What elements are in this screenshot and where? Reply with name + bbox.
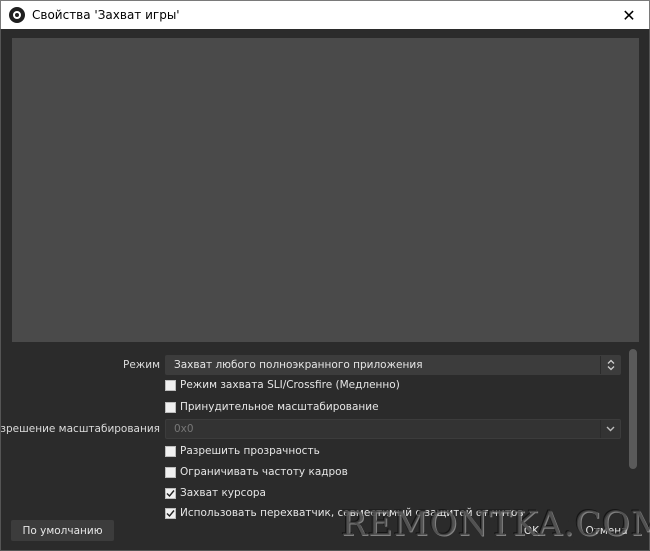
mode-select-value: Захват любого полноэкранного приложения bbox=[174, 359, 423, 371]
scale-resolution-value: 0x0 bbox=[174, 423, 194, 435]
anticheat-hook-checkbox[interactable] bbox=[165, 507, 176, 519]
limit-framerate-label: Ограничивать частоту кадров bbox=[180, 466, 348, 478]
chevron-down-icon bbox=[600, 420, 620, 438]
dialog-body: Режим Захват любого полноэкранного прило… bbox=[0, 29, 650, 551]
capture-cursor-option[interactable]: Захват курсора bbox=[165, 485, 266, 501]
capture-preview bbox=[12, 38, 639, 342]
limit-framerate-checkbox[interactable] bbox=[165, 466, 176, 478]
capture-cursor-label: Захват курсора bbox=[180, 487, 266, 499]
close-button[interactable]: ✕ bbox=[609, 1, 649, 29]
allow-transparency-checkbox[interactable] bbox=[165, 445, 176, 457]
force-scaling-checkbox[interactable] bbox=[165, 401, 176, 413]
window-title: Свойства 'Захват игры' bbox=[32, 8, 180, 22]
scale-resolution-label: Разрешение масштабирования bbox=[1, 423, 160, 435]
force-scaling-label: Принудительное масштабирование bbox=[180, 401, 379, 413]
allow-transparency-label: Разрешить прозрачность bbox=[180, 445, 320, 457]
title-bar: Свойства 'Захват игры' ✕ bbox=[0, 0, 650, 29]
checkmark-icon bbox=[166, 489, 175, 497]
sli-crossfire-checkbox[interactable] bbox=[165, 379, 176, 391]
sli-crossfire-label: Режим захвата SLI/Crossfire (Медленно) bbox=[180, 379, 400, 391]
limit-framerate-option[interactable]: Ограничивать частоту кадров bbox=[165, 464, 348, 480]
settings-scrollbar[interactable] bbox=[629, 349, 637, 469]
defaults-button[interactable]: По умолчанию bbox=[11, 520, 114, 541]
force-scaling-option[interactable]: Принудительное масштабирование bbox=[165, 399, 379, 415]
checkmark-icon bbox=[166, 509, 175, 517]
mode-select[interactable]: Захват любого полноэкранного приложения bbox=[165, 355, 621, 375]
capture-cursor-checkbox[interactable] bbox=[165, 487, 176, 499]
allow-transparency-option[interactable]: Разрешить прозрачность bbox=[165, 443, 320, 459]
mode-label: Режим bbox=[123, 359, 160, 371]
scale-resolution-select[interactable]: 0x0 bbox=[165, 419, 621, 439]
obs-logo-icon bbox=[9, 7, 25, 23]
watermark-text: REMONTKA.COM bbox=[341, 504, 650, 544]
chevron-updown-icon bbox=[600, 356, 620, 374]
sli-crossfire-option[interactable]: Режим захвата SLI/Crossfire (Медленно) bbox=[165, 377, 400, 393]
